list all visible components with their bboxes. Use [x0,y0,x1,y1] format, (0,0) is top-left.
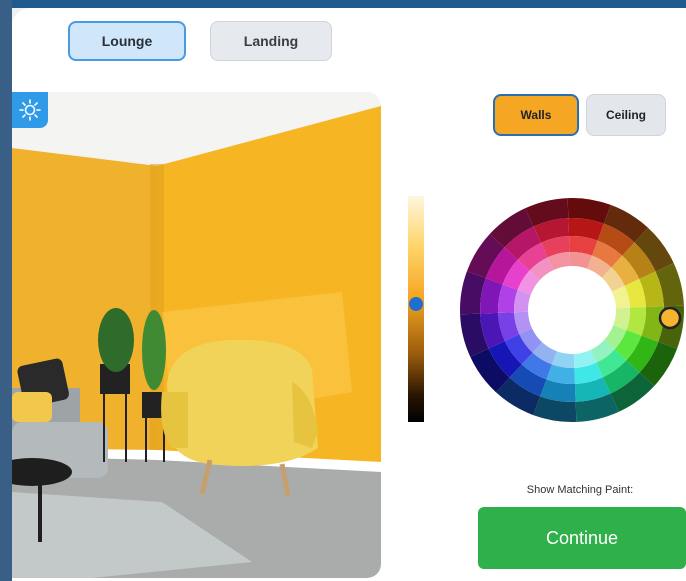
side-strip [0,0,12,581]
room-preview [12,92,381,578]
room-tab-lounge[interactable]: Lounge [68,21,186,61]
color-wheel[interactable] [456,184,686,436]
lighting-toggle-button[interactable] [12,92,48,128]
color-picker-handle[interactable] [658,306,682,330]
sun-icon [19,99,41,121]
room-scene [12,92,381,578]
top-bar [0,0,686,8]
surface-tab-ceiling[interactable]: Ceiling [586,94,666,136]
room-tab-landing[interactable]: Landing [210,21,332,61]
show-matching-paint-label: Show Matching Paint: [526,484,634,496]
surface-tab-walls[interactable]: Walls [493,94,579,136]
color-wheel-center [538,276,606,344]
continue-button[interactable]: Continue [478,507,686,569]
